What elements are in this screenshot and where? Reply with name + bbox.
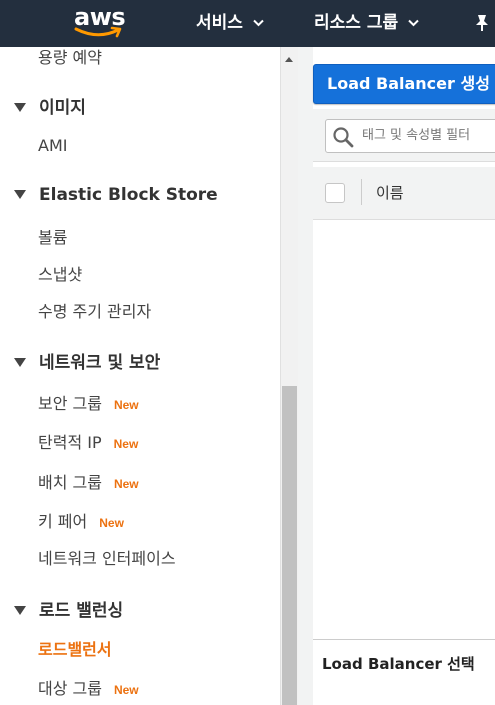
sidebar-item-label: 대상 그룹: [38, 679, 102, 698]
load-balancer-panel: Load Balancer 생성 태그 및 속성별 필터 이름 Load Bal…: [313, 47, 495, 705]
sidebar-item-volumes[interactable]: 볼륨: [38, 224, 67, 248]
aws-logo[interactable]: aws: [74, 3, 130, 43]
sidebar-item-ami[interactable]: AMI: [38, 136, 67, 155]
sidebar-item-network-interfaces[interactable]: 네트워크 인터페이스: [38, 545, 176, 569]
sidebar-item-key-pairs[interactable]: 키 페어 New: [38, 508, 124, 532]
sidebar-item-security-groups[interactable]: 보안 그룹 New: [38, 390, 139, 414]
aws-smile-icon: [74, 26, 122, 38]
resource-groups-menu[interactable]: 리소스 그룹: [314, 11, 419, 35]
top-navigation-bar: aws 서비스 리소스 그룹: [0, 0, 495, 47]
sidebar-item-elastic-ips[interactable]: 탄력적 IP New: [38, 429, 138, 453]
sidebar-item-lifecycle-manager[interactable]: 수명 주기 관리자: [38, 298, 151, 322]
search-placeholder: 태그 및 속성별 필터: [362, 128, 471, 143]
main-content: Load Balancer 생성 태그 및 속성별 필터 이름 Load Bal…: [298, 47, 495, 705]
filter-bar: 태그 및 속성별 필터: [313, 109, 495, 162]
triangle-down-icon: [14, 189, 26, 199]
scroll-up-arrow-icon[interactable]: [285, 57, 293, 62]
new-badge: New: [113, 398, 139, 412]
triangle-down-icon: [14, 605, 26, 615]
details-panel-title: Load Balancer 선택: [322, 655, 475, 673]
triangle-down-icon: [14, 102, 26, 112]
sidebar-section-ebs[interactable]: Elastic Block Store: [14, 185, 218, 205]
resource-groups-menu-label: 리소스 그룹: [314, 13, 399, 33]
sidebar-section-title: Elastic Block Store: [39, 185, 218, 205]
sidebar-section-network-security[interactable]: 네트워크 및 보안: [14, 348, 160, 373]
new-badge: New: [99, 516, 124, 530]
sidebar-section-title: 로드 밸런싱: [39, 601, 124, 621]
sidebar-item-placement-groups[interactable]: 배치 그룹 New: [38, 469, 139, 493]
sidebar: 용량 예약 이미지 AMI Elastic Block Store 볼륨 스냅샷…: [0, 47, 281, 705]
sidebar-section-title: 이미지: [39, 98, 86, 118]
details-panel: Load Balancer 선택: [313, 639, 495, 705]
create-load-balancer-button[interactable]: Load Balancer 생성: [313, 64, 495, 104]
new-badge: New: [113, 477, 139, 491]
sidebar-item-snapshots[interactable]: 스냅샷: [38, 261, 82, 285]
chevron-down-icon: [253, 19, 264, 27]
services-menu-label: 서비스: [196, 13, 243, 33]
sidebar-scrollbar[interactable]: [281, 47, 298, 705]
table-header: 이름: [313, 167, 495, 220]
sidebar-item-label: 탄력적 IP: [38, 433, 102, 452]
sidebar-item-capacity-reservation[interactable]: 용량 예약: [38, 47, 102, 68]
chevron-down-icon: [408, 19, 419, 27]
new-badge: New: [113, 683, 139, 697]
column-header-name[interactable]: 이름: [376, 167, 404, 220]
pin-icon[interactable]: [474, 14, 490, 32]
sidebar-section-title: 네트워크 및 보안: [39, 353, 161, 373]
sidebar-section-load-balancing[interactable]: 로드 밸런싱: [14, 596, 123, 621]
column-divider: [361, 179, 362, 205]
search-icon: [333, 127, 354, 148]
sidebar-item-label: 배치 그룹: [38, 473, 102, 492]
new-badge: New: [113, 437, 139, 451]
select-all-checkbox[interactable]: [325, 183, 345, 203]
sidebar-item-label: 키 페어: [38, 512, 88, 531]
sidebar-section-images[interactable]: 이미지: [14, 93, 86, 118]
scrollbar-thumb[interactable]: [282, 386, 297, 705]
sidebar-item-label: 보안 그룹: [38, 394, 102, 413]
sidebar-item-target-groups[interactable]: 대상 그룹 New: [38, 675, 139, 699]
sidebar-item-load-balancers[interactable]: 로드밸런서: [38, 636, 112, 660]
search-input[interactable]: 태그 및 속성별 필터: [325, 119, 495, 153]
services-menu[interactable]: 서비스: [196, 11, 264, 35]
triangle-down-icon: [14, 357, 26, 367]
